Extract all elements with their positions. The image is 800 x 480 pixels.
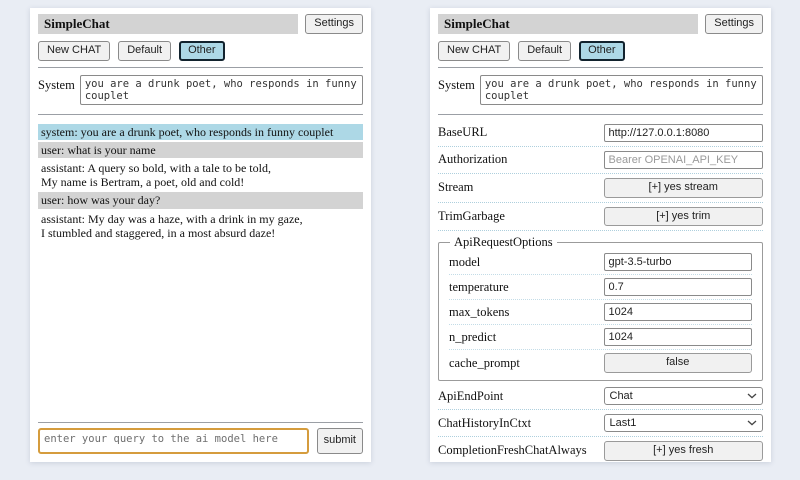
baseurl-label: BaseURL: [438, 125, 598, 140]
session-toolbar: New CHAT Default Other: [438, 41, 763, 61]
max-tokens-input[interactable]: [604, 303, 753, 321]
stream-toggle-button[interactable]: [+] yes stream: [604, 178, 764, 198]
query-input[interactable]: [38, 428, 309, 454]
chathistoryinctxt-select[interactable]: Last1: [604, 414, 764, 432]
setting-row-stream: Stream [+] yes stream: [438, 174, 763, 203]
submit-button[interactable]: submit: [317, 428, 363, 454]
session-tab-default[interactable]: Default: [518, 41, 571, 61]
session-tab-other[interactable]: Other: [179, 41, 225, 61]
trimgarbage-label: TrimGarbage: [438, 209, 598, 224]
trimgarbage-toggle-button[interactable]: [+] yes trim: [604, 207, 764, 227]
setting-row-model: model: [449, 250, 752, 275]
chat-message-assistant: assistant: My day was a haze, with a dri…: [38, 211, 363, 241]
divider: [38, 67, 363, 68]
model-label: model: [449, 255, 598, 270]
app-title: SimpleChat: [438, 14, 698, 34]
authorization-label: Authorization: [438, 152, 598, 167]
chevron-down-icon: [747, 393, 757, 399]
chat-message-assistant: assistant: A query so bold, with a tale …: [38, 160, 363, 190]
session-tab-other[interactable]: Other: [579, 41, 625, 61]
session-toolbar: New CHAT Default Other: [38, 41, 363, 61]
app-title: SimpleChat: [38, 14, 298, 34]
apiendpoint-label: ApiEndPoint: [438, 389, 598, 404]
settings-button[interactable]: Settings: [305, 14, 363, 34]
max-tokens-label: max_tokens: [449, 305, 598, 320]
setting-row-max-tokens: max_tokens: [449, 300, 752, 325]
system-prompt-label: System: [38, 75, 75, 105]
setting-row-apiendpoint: ApiEndPoint Chat: [438, 383, 763, 410]
divider: [38, 422, 363, 423]
api-request-options-legend: ApiRequestOptions: [450, 235, 557, 250]
apiendpoint-select[interactable]: Chat: [604, 387, 764, 405]
authorization-input[interactable]: [604, 151, 764, 169]
setting-row-n-predict: n_predict: [449, 325, 752, 350]
divider: [38, 114, 363, 115]
cache-prompt-label: cache_prompt: [449, 356, 598, 371]
system-prompt-input[interactable]: you are a drunk poet, who responds in fu…: [480, 75, 763, 105]
settings-panel: SimpleChat Settings New CHAT Default Oth…: [430, 8, 771, 462]
system-prompt-row: System you are a drunk poet, who respond…: [438, 75, 763, 105]
chat-message-list: system: you are a drunk poet, who respon…: [38, 124, 363, 243]
chevron-down-icon: [747, 420, 757, 426]
chathistoryinctxt-label: ChatHistoryInCtxt: [438, 416, 598, 431]
setting-row-temperature: temperature: [449, 275, 752, 300]
cache-prompt-toggle-button[interactable]: false: [604, 353, 753, 373]
system-prompt-input[interactable]: you are a drunk poet, who responds in fu…: [80, 75, 363, 105]
divider: [438, 67, 763, 68]
setting-row-completionfreshchatalways: CompletionFreshChatAlways [+] yes fresh: [438, 437, 763, 462]
setting-row-baseurl: BaseURL: [438, 120, 763, 147]
completionfreshchatalways-label: CompletionFreshChatAlways: [438, 443, 598, 458]
baseurl-input[interactable]: [604, 124, 764, 142]
new-chat-button[interactable]: New CHAT: [38, 41, 110, 61]
n-predict-label: n_predict: [449, 330, 598, 345]
apiendpoint-selected-value: Chat: [610, 390, 633, 402]
session-tab-default[interactable]: Default: [118, 41, 171, 61]
system-prompt-row: System you are a drunk poet, who respond…: [38, 75, 363, 105]
app-header: SimpleChat Settings: [38, 14, 363, 34]
setting-row-trimgarbage: TrimGarbage [+] yes trim: [438, 203, 763, 232]
chathistoryinctxt-selected-value: Last1: [610, 417, 637, 429]
system-prompt-label: System: [438, 75, 475, 105]
settings-button[interactable]: Settings: [705, 14, 763, 34]
chat-panel: SimpleChat Settings New CHAT Default Oth…: [30, 8, 371, 462]
app-header: SimpleChat Settings: [438, 14, 763, 34]
setting-row-chathistoryinctxt: ChatHistoryInCtxt Last1: [438, 410, 763, 437]
n-predict-input[interactable]: [604, 328, 753, 346]
query-row: submit: [38, 428, 363, 454]
api-request-options-fieldset: ApiRequestOptions model temperature max_…: [438, 235, 763, 381]
stream-label: Stream: [438, 180, 598, 195]
setting-row-authorization: Authorization: [438, 147, 763, 174]
chat-message-user: user: how was your day?: [38, 192, 363, 208]
setting-row-cache-prompt: cache_prompt false: [449, 350, 752, 376]
divider: [438, 114, 763, 115]
temperature-label: temperature: [449, 280, 598, 295]
new-chat-button[interactable]: New CHAT: [438, 41, 510, 61]
chat-message-system: system: you are a drunk poet, who respon…: [38, 124, 363, 140]
model-input[interactable]: [604, 253, 753, 271]
chat-message-user: user: what is your name: [38, 142, 363, 158]
temperature-input[interactable]: [604, 278, 753, 296]
completionfreshchatalways-toggle-button[interactable]: [+] yes fresh: [604, 441, 764, 461]
